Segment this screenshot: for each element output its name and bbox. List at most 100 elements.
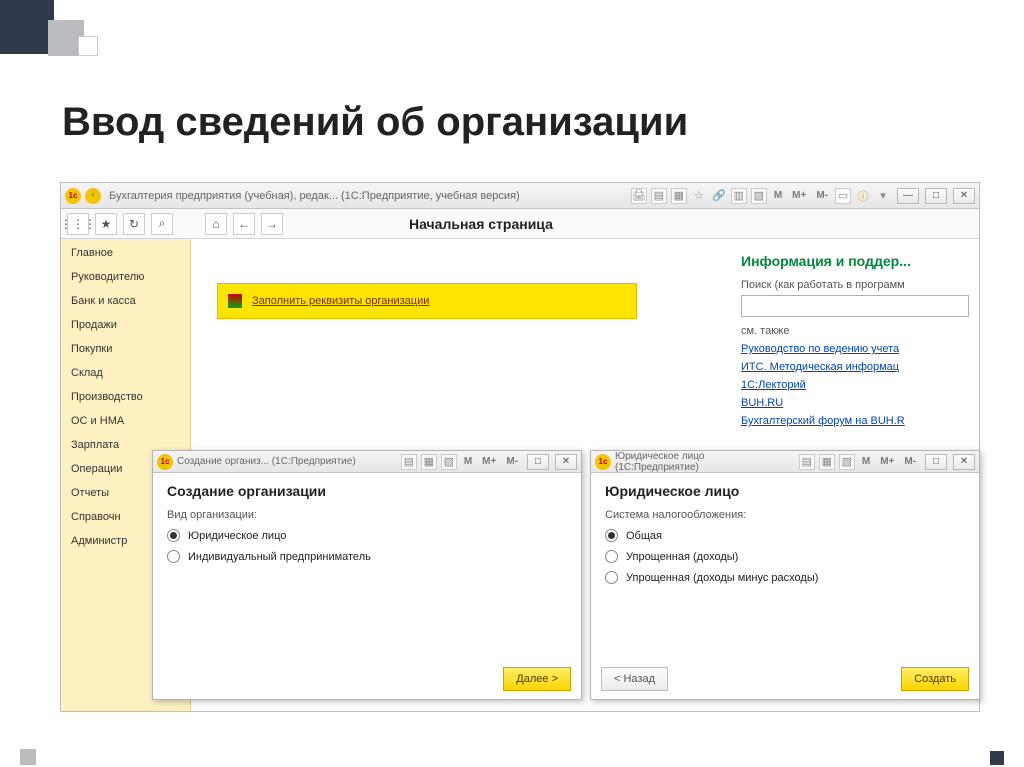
tb-icon-mminus[interactable]: М- (813, 188, 831, 204)
dlg2-tb-icon1[interactable]: ▤ (799, 454, 815, 470)
dlg2-opt0-label: Общая (626, 530, 662, 542)
dlg1-title: Создание организации (167, 483, 567, 499)
dlg1-radio-individual[interactable]: Индивидуальный предприниматель (167, 550, 567, 563)
dlg2-radio-general[interactable]: Общая (605, 529, 965, 542)
right-link-4[interactable]: Бухгалтерский форум на BUH.R (741, 415, 969, 427)
right-link-0[interactable]: Руководство по ведению учета (741, 343, 969, 355)
nav-home-icon[interactable]: ⌂ (205, 213, 227, 235)
dlg2-titlebar: 1c Юридическое лицо (1С:Предприятие) ▤ ▦… (591, 451, 979, 473)
main-titlebar: 1c ‹ Бухгалтерия предприятия (учебная), … (61, 183, 979, 209)
dlg2-radio-usn-expense[interactable]: Упрощенная (доходы минус расходы) (605, 571, 965, 584)
dlg1-radio-legal[interactable]: Юридическое лицо (167, 529, 567, 542)
dlg1-m[interactable]: М (461, 454, 475, 470)
right-link-3[interactable]: BUH.RU (741, 397, 969, 409)
banner-icon (228, 294, 242, 308)
dlg2-mminus[interactable]: М- (901, 454, 919, 470)
tb-icon-sheet[interactable]: ▧ (751, 188, 767, 204)
titlebar-back-icon[interactable]: ‹ (85, 188, 101, 204)
right-heading: Информация и поддер... (741, 253, 969, 269)
maximize-button[interactable]: □ (925, 188, 947, 204)
sidebar-item-production[interactable]: Производство (61, 385, 190, 409)
radio-icon (605, 529, 618, 542)
dlg1-opt0-label: Юридическое лицо (188, 530, 286, 542)
dlg1-field-label: Вид организации: (167, 509, 567, 521)
dlg2-field-label: Система налогообложения: (605, 509, 965, 521)
dlg1-opt1-label: Индивидуальный предприниматель (188, 551, 371, 563)
nav-grid-icon[interactable]: ⋮⋮⋮ (67, 213, 89, 235)
dlg2-title: Юридическое лицо (605, 483, 965, 499)
dlg2-icon: 1c (595, 454, 611, 470)
dlg1-next-button[interactable]: Далее > (503, 667, 571, 691)
search-label: Поиск (как работать в программ (741, 279, 969, 291)
radio-icon (605, 571, 618, 584)
right-link-2[interactable]: 1С:Лекторий (741, 379, 969, 391)
tb-icon-link[interactable]: 🔗 (711, 188, 727, 204)
dlg1-titlebar-text: Создание организ... (1С:Предприятие) (177, 456, 356, 467)
dlg2-close[interactable]: ✕ (953, 454, 975, 470)
sidebar-item-warehouse[interactable]: Склад (61, 361, 190, 385)
fill-org-link[interactable]: Заполнить реквизиты организации (252, 295, 429, 307)
window-title: Бухгалтерия предприятия (учебная), редак… (109, 190, 520, 202)
tb-icon-info[interactable]: ⓘ (855, 188, 871, 204)
page-title: Начальная страница (409, 216, 553, 232)
tb-icon-grid[interactable]: ▦ (671, 188, 687, 204)
radio-icon (167, 550, 180, 563)
sidebar-item-main[interactable]: Главное (61, 241, 190, 265)
dlg2-back-label: < Назад (614, 673, 655, 685)
dlg2-create-label: Создать (914, 673, 956, 685)
fill-org-banner: Заполнить реквизиты организации (217, 283, 637, 319)
search-input[interactable] (741, 295, 969, 317)
dlg2-tb-icon2[interactable]: ▦ (819, 454, 835, 470)
dlg2-opt1-label: Упрощенная (доходы) (626, 551, 738, 563)
dlg2-mplus[interactable]: М+ (877, 454, 897, 470)
tb-icon-panel[interactable]: ▭ (835, 188, 851, 204)
dlg2-back-button[interactable]: < Назад (601, 667, 668, 691)
slide-bottom-decoration (0, 753, 1024, 767)
slide-decoration (0, 0, 98, 56)
right-link-1[interactable]: ИТС. Методическая информац (741, 361, 969, 373)
dlg2-create-button[interactable]: Создать (901, 667, 969, 691)
dlg1-close[interactable]: ✕ (555, 454, 577, 470)
close-button[interactable]: ✕ (953, 188, 975, 204)
dlg2-opt2-label: Упрощенная (доходы минус расходы) (626, 572, 818, 584)
dlg1-next-label: Далее > (516, 673, 558, 685)
dlg1-tb-icon3[interactable]: ▧ (441, 454, 457, 470)
see-also-label: см. также (741, 325, 969, 337)
tb-icon-print[interactable]: 🖨 (631, 188, 647, 204)
dlg2-maximize[interactable]: □ (925, 454, 947, 470)
tb-icon-doc[interactable]: ▤ (651, 188, 667, 204)
tb-icon-dropdown[interactable]: ▾ (875, 188, 891, 204)
dlg2-tb-icon3[interactable]: ▧ (839, 454, 855, 470)
app-1c-icon: 1c (65, 188, 81, 204)
create-org-dialog: 1c Создание организ... (1С:Предприятие) … (152, 450, 582, 700)
legal-entity-dialog: 1c Юридическое лицо (1С:Предприятие) ▤ ▦… (590, 450, 980, 700)
dlg1-tb-icon2[interactable]: ▦ (421, 454, 437, 470)
dlg1-mminus[interactable]: М- (503, 454, 521, 470)
sidebar-item-manager[interactable]: Руководителю (61, 265, 190, 289)
nav-row: ⋮⋮⋮ ★ ↻ ⌕ ⌂ ← → Начальная страница (61, 209, 979, 239)
dlg1-titlebar: 1c Создание организ... (1С:Предприятие) … (153, 451, 581, 473)
radio-icon (167, 529, 180, 542)
slide-title: Ввод сведений об организации (62, 100, 688, 145)
nav-history-icon[interactable]: ↻ (123, 213, 145, 235)
sidebar-item-assets[interactable]: ОС и НМА (61, 409, 190, 433)
nav-fwd-icon[interactable]: → (261, 213, 283, 235)
tb-icon-m[interactable]: М (771, 188, 785, 204)
dlg1-mplus[interactable]: М+ (479, 454, 499, 470)
nav-star-icon[interactable]: ★ (95, 213, 117, 235)
dlg1-icon: 1c (157, 454, 173, 470)
tb-icon-star[interactable]: ☆ (691, 188, 707, 204)
tb-icon-calc[interactable]: ▥ (731, 188, 747, 204)
nav-search-icon[interactable]: ⌕ (151, 213, 173, 235)
nav-back-icon[interactable]: ← (233, 213, 255, 235)
tb-icon-mplus[interactable]: М+ (789, 188, 809, 204)
dlg2-titlebar-text: Юридическое лицо (1С:Предприятие) (615, 451, 791, 473)
dlg1-maximize[interactable]: □ (527, 454, 549, 470)
sidebar-item-sales[interactable]: Продажи (61, 313, 190, 337)
dlg1-tb-icon1[interactable]: ▤ (401, 454, 417, 470)
dlg2-radio-usn-income[interactable]: Упрощенная (доходы) (605, 550, 965, 563)
sidebar-item-bank[interactable]: Банк и касса (61, 289, 190, 313)
sidebar-item-purchases[interactable]: Покупки (61, 337, 190, 361)
dlg2-m[interactable]: М (859, 454, 873, 470)
minimize-button[interactable]: — (897, 188, 919, 204)
